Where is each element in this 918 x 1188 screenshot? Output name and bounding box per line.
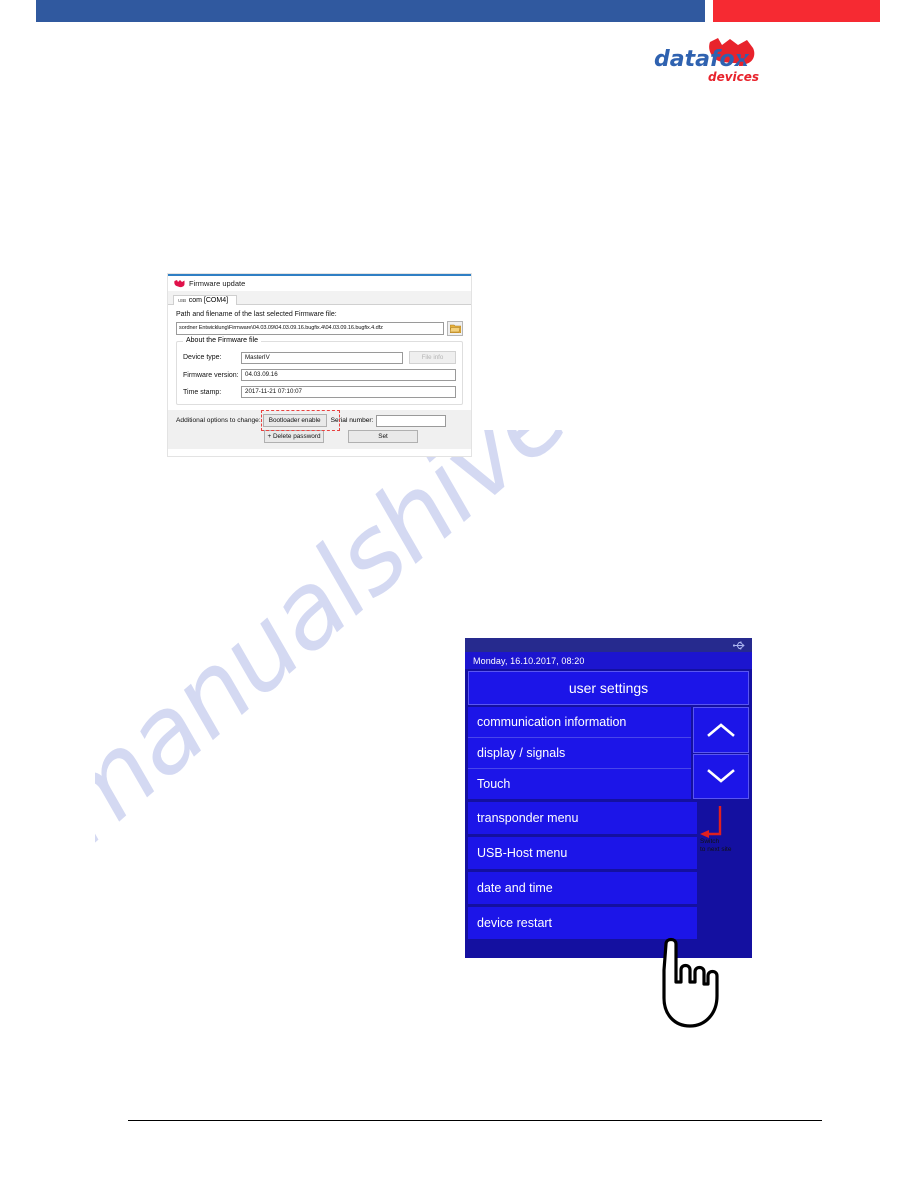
svg-text:datafox: datafox: [654, 47, 750, 72]
dialog-tabstrip: USB com [COM4]: [168, 291, 471, 305]
bootloader-enable-button[interactable]: Bootloader enable: [262, 414, 327, 427]
device-type-input[interactable]: MasterIV: [241, 351, 403, 364]
datafox-logo: datafox : devices: [652, 36, 770, 88]
menu-item-touch[interactable]: Touch: [468, 769, 691, 799]
usb-icon: [733, 641, 745, 649]
time-stamp-input[interactable]: 2017-11-21 07:10:07: [241, 386, 456, 398]
field-row-device-type: Device type: MasterIV File info: [183, 351, 456, 364]
chevron-down-icon: [707, 769, 735, 783]
firmware-version-label: Firmware version:: [183, 371, 239, 379]
options-row-primary: Additional options to change: Bootloader…: [168, 414, 471, 427]
menu-item-communication-information[interactable]: communication information: [468, 707, 691, 738]
dialog-body: Path and filename of the last selected F…: [168, 305, 471, 449]
firmware-update-dialog: Firmware update USB com [COM4] Path and …: [168, 274, 471, 456]
additional-options-label: Additional options to change:: [176, 417, 261, 424]
fox-icon: [174, 279, 185, 287]
firmware-file-fieldset: About the Firmware file Device type: Mas…: [176, 337, 463, 405]
svg-text:devices: devices: [708, 70, 759, 84]
firmware-path-input[interactable]: sordner Entwicklung\Firmware\04.03.09\04…: [176, 322, 444, 335]
device-statusbar: [465, 638, 752, 652]
header-bar-red: [713, 0, 880, 22]
footer-divider: [128, 1120, 822, 1121]
field-row-firmware-version: Firmware version: 04.03.09.16: [183, 369, 456, 381]
switch-caption-line1: Switch: [700, 838, 720, 845]
device-scroll-arrows: [693, 707, 749, 799]
tab-label: com [COM4]: [188, 297, 229, 304]
options-row-secondary: + Delete password Set: [168, 430, 471, 443]
header-bar-blue: [36, 0, 705, 22]
device-scrollable-list: communication information display / sign…: [468, 707, 691, 799]
set-button[interactable]: Set: [348, 430, 418, 443]
serial-number-label: Serial number:: [330, 417, 374, 424]
path-label: Path and filename of the last selected F…: [176, 311, 337, 318]
additional-options-area: Additional options to change: Bootloader…: [168, 410, 471, 449]
switch-annotation-caption: Switch to next site: [700, 838, 731, 854]
browse-folder-button[interactable]: [447, 321, 463, 336]
firmware-version-input[interactable]: 04.03.09.16: [241, 369, 456, 381]
dialog-title-text: Firmware update: [189, 279, 246, 288]
device-scroll-zone: communication information display / sign…: [468, 707, 749, 799]
delete-password-button[interactable]: + Delete password: [264, 430, 324, 443]
device-type-label: Device type:: [183, 354, 222, 361]
field-row-time-stamp: Time stamp: 2017-11-21 07:10:07: [183, 386, 456, 398]
time-stamp-label: Time stamp:: [183, 388, 222, 396]
chevron-up-icon: [707, 723, 735, 737]
device-datetime: Monday, 16.10.2017, 08:20: [465, 652, 752, 669]
menu-item-transponder-menu[interactable]: transponder menu: [468, 802, 697, 834]
dialog-titlebar: Firmware update: [168, 276, 471, 291]
device-header-user-settings[interactable]: user settings: [468, 671, 749, 705]
device-touchscreen: Monday, 16.10.2017, 08:20 user settings …: [465, 638, 752, 958]
switch-caption-line2: to next site: [700, 846, 732, 853]
svg-text::: :: [738, 47, 747, 72]
menu-item-display-signals[interactable]: display / signals: [468, 738, 691, 769]
menu-item-date-and-time[interactable]: date and time: [468, 872, 697, 904]
fieldset-legend: About the Firmware file: [183, 337, 261, 344]
menu-item-usb-host-menu[interactable]: USB-Host menu: [468, 837, 697, 869]
tab-com-port[interactable]: USB com [COM4]: [173, 295, 238, 305]
path-row: sordner Entwicklung\Firmware\04.03.09\04…: [176, 321, 463, 336]
file-info-button[interactable]: File info: [409, 351, 456, 364]
folder-icon: [449, 324, 461, 333]
usb-icon: USB: [178, 298, 186, 303]
scroll-down-button[interactable]: [693, 753, 749, 799]
pointing-hand-icon: [662, 937, 719, 1028]
serial-number-input[interactable]: [376, 414, 447, 427]
scroll-up-button[interactable]: [693, 707, 749, 753]
